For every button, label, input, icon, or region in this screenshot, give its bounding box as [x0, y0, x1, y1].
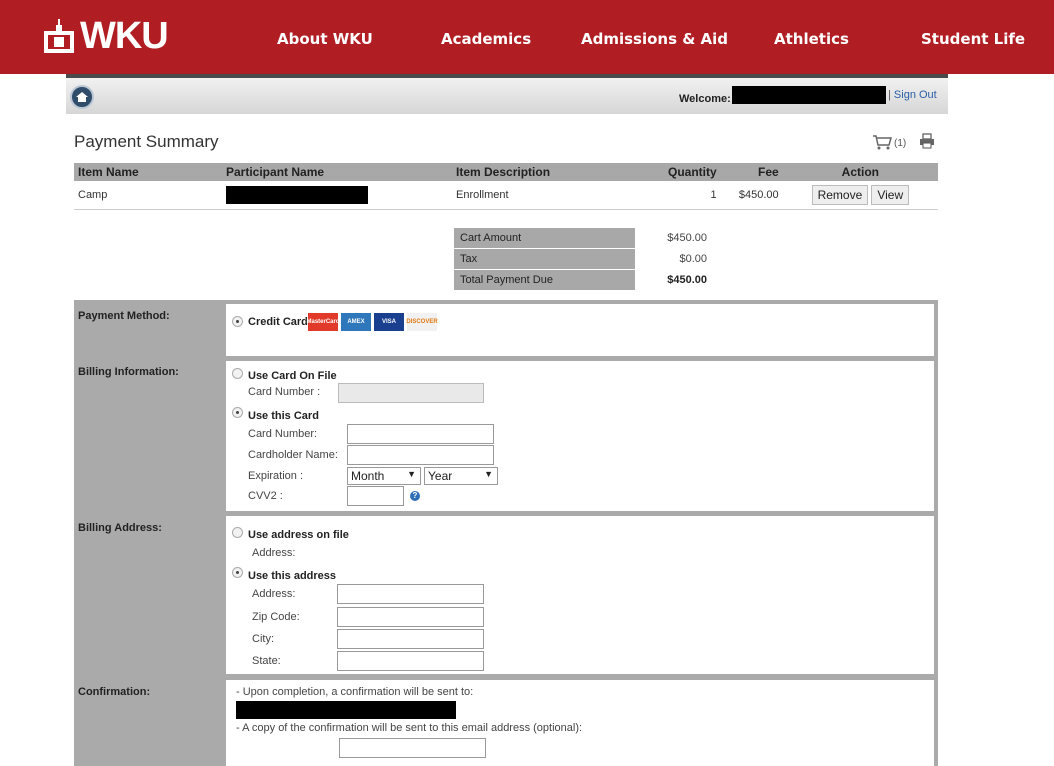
confirmation-line1: - Upon completion, a confirmation will b… [236, 686, 474, 698]
print-icon[interactable] [919, 133, 935, 149]
chevron-down-icon: ▼ [484, 469, 493, 479]
tax-label: Tax [454, 249, 635, 269]
billing-info-label: Billing Information: [78, 366, 179, 378]
payment-method-label: Payment Method: [78, 310, 170, 322]
col-participant: Participant Name [222, 163, 452, 181]
payment-form: Payment Method: Credit Card MasterCard A… [74, 300, 938, 766]
items-table: Item Name Participant Name Item Descript… [74, 163, 938, 210]
logo-text: WKU [80, 15, 169, 57]
cardholder-label: Cardholder Name: [248, 449, 338, 461]
expiration-label: Expiration : [248, 470, 304, 482]
use-this-card-radio[interactable] [232, 407, 243, 418]
discover-icon: DISCOVER [406, 313, 438, 331]
home-icon[interactable] [70, 85, 94, 109]
year-select[interactable]: Year ▼ [424, 467, 498, 485]
nav-admissions[interactable]: Admissions & Aid [581, 30, 728, 48]
credit-card-radio[interactable] [232, 316, 243, 327]
cart-amount-label: Cart Amount [454, 228, 635, 248]
page-title: Payment Summary [74, 132, 219, 151]
city-input[interactable] [337, 629, 484, 649]
address-on-file-label: Use address on file [248, 529, 349, 541]
cupola-icon [44, 19, 74, 53]
card-number-input[interactable] [347, 424, 494, 444]
col-action: Action [782, 163, 938, 181]
card-on-file-label: Use Card On File [248, 370, 337, 382]
item-quantity: 1 [664, 181, 721, 210]
visa-icon: VISA [374, 313, 404, 331]
total-label: Total Payment Due [454, 270, 635, 290]
nav-student-life[interactable]: Student Life [921, 30, 1025, 48]
nav-athletics[interactable]: Athletics [774, 30, 849, 48]
table-row: Camp Enrollment 1 $450.00 Remove View [74, 181, 938, 210]
total-value: $450.00 [667, 274, 707, 286]
item-fee: $450.00 [720, 181, 783, 210]
cvv-label: CVV2 : [248, 490, 283, 502]
billing-info-panel: Use Card On File Card Number : Use this … [226, 361, 934, 511]
chevron-down-icon: ▼ [407, 469, 416, 479]
card-number-label: Card Number: [248, 428, 318, 440]
mastercard-icon: MasterCard [307, 313, 340, 331]
address-input[interactable] [337, 584, 484, 604]
col-fee: Fee [720, 163, 783, 181]
item-description: Enrollment [452, 181, 664, 210]
welcome-label: Welcome: [679, 93, 731, 105]
cart-icon[interactable] [872, 134, 892, 150]
zip-label: Zip Code: [252, 611, 300, 623]
table-header-row: Item Name Participant Name Item Descript… [74, 163, 938, 181]
main-content: Welcome: | Sign Out Payment Summary (1) … [66, 74, 948, 766]
wku-logo[interactable]: WKU [44, 14, 169, 58]
col-item-name: Item Name [74, 163, 222, 181]
month-select[interactable]: Month ▼ [347, 467, 421, 485]
amex-icon: AMEX [341, 313, 371, 331]
address-on-file-text: Address: [252, 547, 296, 559]
nav-about[interactable]: About WKU [277, 30, 373, 48]
nav-academics[interactable]: Academics [441, 30, 531, 48]
col-quantity: Quantity [664, 163, 721, 181]
top-navbar: WKU About WKU Academics Admissions & Aid… [0, 0, 1054, 74]
state-label: State: [252, 655, 281, 667]
zip-input[interactable] [337, 607, 484, 627]
redacted-username [732, 86, 886, 104]
year-value: Year [428, 469, 453, 483]
address-on-file-radio[interactable] [232, 527, 243, 538]
use-this-address-radio[interactable] [232, 567, 243, 578]
confirmation-line2: - A copy of the confirmation will be sen… [236, 722, 583, 734]
account-bar: Welcome: | Sign Out [66, 78, 948, 114]
address-label: Address: [252, 588, 296, 600]
redacted-participant [226, 185, 368, 204]
remove-button[interactable]: Remove [811, 184, 869, 205]
card-number-on-file-label: Card Number : [248, 386, 321, 398]
cardholder-input[interactable] [347, 445, 494, 465]
state-input[interactable] [337, 651, 484, 671]
use-this-address-label: Use this address [248, 570, 337, 582]
cvv-input[interactable] [347, 486, 404, 506]
card-on-file-radio[interactable] [232, 368, 243, 379]
item-name: Camp [74, 181, 222, 210]
card-logos: MasterCard AMEX VISA DISCOVER [307, 313, 438, 331]
participant-cell [222, 181, 452, 210]
sign-out-link[interactable]: Sign Out [894, 89, 937, 101]
separator: | [888, 89, 891, 101]
redacted-email [236, 701, 456, 719]
credit-card-label: Credit Card [248, 316, 308, 328]
confirmation-label: Confirmation: [78, 686, 151, 698]
month-value: Month [351, 469, 385, 483]
payment-method-panel: Credit Card MasterCard AMEX VISA DISCOVE… [226, 304, 934, 356]
billing-address-panel: Use address on file Address: Use this ad… [226, 516, 934, 674]
tax-value: $0.00 [679, 253, 707, 265]
cart-amount-value: $450.00 [667, 232, 707, 244]
card-number-on-file-input [338, 383, 484, 403]
signout-wrap: | Sign Out [888, 89, 937, 101]
view-button[interactable]: View [871, 184, 910, 205]
city-label: City: [252, 633, 274, 645]
help-icon[interactable]: ? [410, 491, 420, 501]
action-cell: Remove View [782, 181, 938, 210]
cart-count: (1) [894, 138, 907, 149]
copy-email-input[interactable] [339, 738, 486, 758]
use-this-card-label: Use this Card [248, 410, 319, 422]
col-description: Item Description [452, 163, 664, 181]
confirmation-panel: - Upon completion, a confirmation will b… [226, 680, 934, 766]
billing-address-label: Billing Address: [78, 522, 162, 534]
